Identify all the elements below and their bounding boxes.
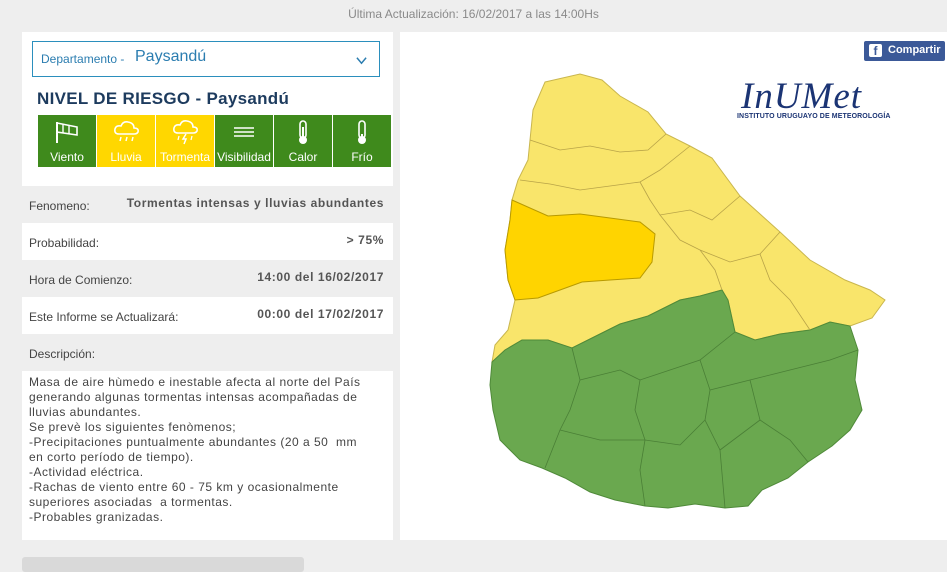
chevron-down-icon <box>356 57 367 65</box>
risk-tile-label: Tormenta <box>159 150 211 164</box>
horizontal-scrollbar[interactable] <box>22 557 304 572</box>
risk-tile-tormenta[interactable]: Tormenta <box>156 115 214 167</box>
department-value: Paysandú <box>135 48 207 65</box>
risk-tile-lluvia[interactable]: Lluvia <box>97 115 155 167</box>
probabilidad-label: Probabilidad: <box>29 236 100 250</box>
department-select[interactable]: Departamento - Paysandú <box>32 41 380 77</box>
risk-level-title: NIVEL DE RIESGO - Paysandú <box>37 89 290 108</box>
descripcion-label: Descripción: <box>29 347 96 361</box>
fenomeno-label: Fenomeno: <box>29 199 90 213</box>
comienzo-label: Hora de Comienzo: <box>29 273 133 287</box>
info-row-comienzo: Hora de Comienzo: 14:00 del 16/02/2017 <box>22 260 393 297</box>
last-update-text: Última Actualización: 16/02/2017 a las 1… <box>348 7 599 21</box>
probabilidad-value: > 75% <box>346 233 384 247</box>
risk-tile-label: Calor <box>288 150 318 164</box>
rain-cloud-icon <box>114 121 139 142</box>
risk-tile-label: Frío <box>351 150 373 164</box>
comienzo-value: 14:00 del 16/02/2017 <box>257 270 384 284</box>
thermometer-icon <box>299 120 307 144</box>
info-row-descripcion: Descripción: <box>22 334 393 371</box>
storm-cloud-icon <box>173 120 198 145</box>
uruguay-risk-map <box>489 73 886 509</box>
department-label: Departamento - <box>41 52 125 66</box>
fenomeno-value: Tormentas intensas y lluvias abundantes <box>126 196 384 210</box>
risk-tile-label: Lluvia <box>110 150 142 164</box>
risk-tile-label: Viento <box>50 150 84 164</box>
actualizara-value: 00:00 del 17/02/2017 <box>257 307 384 321</box>
facebook-icon: f <box>869 44 882 58</box>
risk-tile-label: Visibilidad <box>217 150 271 164</box>
risk-tile-visibilidad[interactable]: Visibilidad <box>215 115 273 167</box>
risk-tile-calor[interactable]: Calor <box>274 115 332 167</box>
description-text: Masa de aire hùmedo e inestable afecta a… <box>29 375 361 524</box>
actualizara-label: Este Informe se Actualizará: <box>29 310 179 324</box>
info-row-fenomeno: Fenomeno: Tormentas intensas y lluvias a… <box>22 186 393 223</box>
map-regions <box>489 73 886 509</box>
info-row-probabilidad: Probabilidad: > 75% <box>22 223 393 260</box>
alert-panel: Departamento - Paysandú NIVEL DE RIESGO … <box>22 32 393 572</box>
share-label: Compartir <box>888 44 941 56</box>
risk-tile-frio[interactable]: Frío <box>333 115 391 167</box>
risk-level-tiles: Viento Lluvia Tormenta Visibilidad Calor… <box>38 115 392 167</box>
facebook-share-button[interactable]: f Compartir <box>864 41 945 61</box>
risk-tile-viento[interactable]: Viento <box>38 115 96 167</box>
info-row-actualizara: Este Informe se Actualizará: 00:00 del 1… <box>22 297 393 334</box>
fog-icon <box>234 127 254 137</box>
thermometer-icon <box>358 120 366 144</box>
windsock-icon <box>56 122 78 143</box>
